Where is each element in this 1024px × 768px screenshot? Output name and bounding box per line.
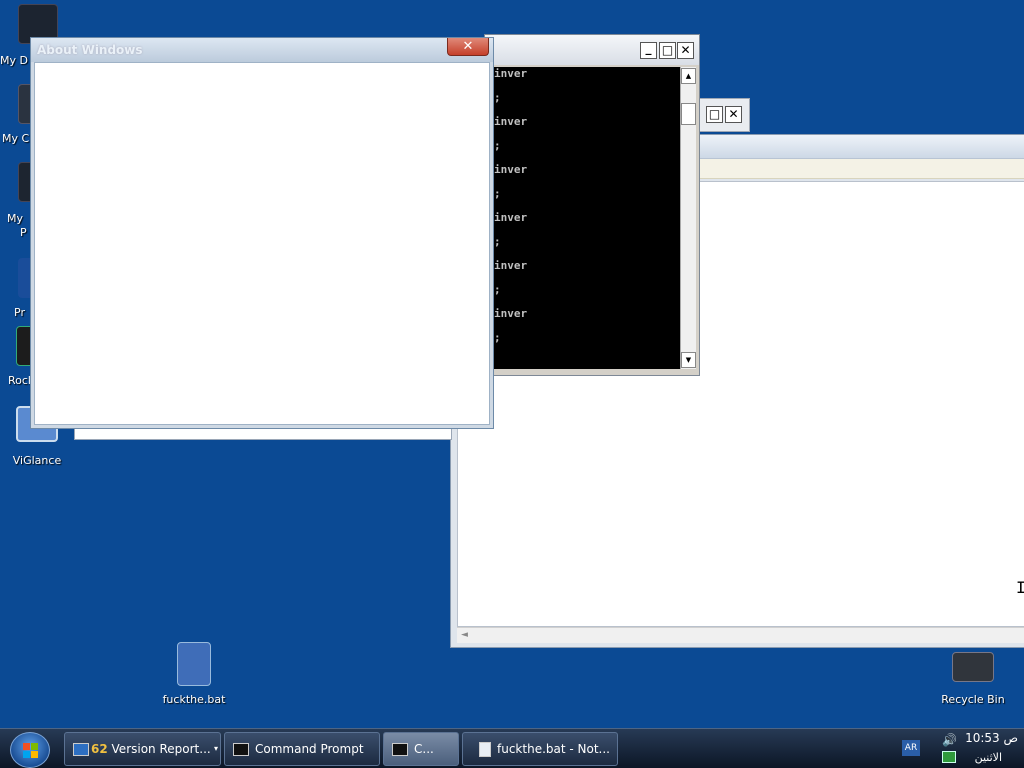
recycle-bin-icon	[952, 652, 994, 682]
start-button[interactable]	[10, 732, 50, 768]
about-content-area	[34, 62, 490, 425]
close-button[interactable]: ✕	[725, 106, 742, 123]
minimize-button[interactable]: _	[640, 42, 657, 59]
cmd-console-output[interactable]: inver ; inver ; inver ; inver ; inver ; …	[490, 67, 680, 369]
desktop-icon-label: My	[7, 212, 24, 225]
close-button[interactable]: ✕	[447, 38, 489, 56]
taskbar-button-command-prompt-active[interactable]: C...	[383, 732, 459, 766]
desktop-icon-label: Recycle Bin	[941, 693, 1005, 706]
taskbar: 62 Version Report... ▾ Command Prompt C.…	[0, 728, 1024, 768]
notepad-icon	[479, 742, 491, 757]
console-line: inver	[494, 67, 528, 80]
desktop-icon-label: My D	[0, 54, 28, 67]
command-prompt-window[interactable]: _ □ ✕ inver ; inver ; inver ; inver ; in…	[484, 34, 700, 376]
scroll-thumb[interactable]	[681, 103, 696, 125]
console-line: inver	[494, 307, 528, 320]
console-line: ;	[494, 235, 501, 248]
desktop-icon-label: fuckthe.bat	[162, 693, 226, 706]
clock-day[interactable]: الاثنين	[962, 751, 1002, 764]
cmd-icon	[392, 743, 408, 756]
console-line: ;	[494, 187, 501, 200]
console-line: ;	[494, 91, 501, 104]
taskbar-button-notepad[interactable]: fuckthe.bat - Not...	[462, 732, 618, 766]
console-line: inver	[494, 115, 528, 128]
notepad-horizontal-scrollbar[interactable]: ◄	[457, 627, 1024, 643]
desktop-icon-recycle-bin[interactable]: Recycle Bin	[933, 652, 1013, 706]
desktop-icon-label: My C	[2, 132, 30, 145]
console-line: ;	[494, 331, 501, 344]
taskbar-button-label: Version Report...	[111, 742, 211, 756]
cmd-vertical-scrollbar[interactable]: ▲ ▼	[680, 67, 696, 369]
maximize-button[interactable]: □	[659, 42, 676, 59]
network-shield-icon[interactable]	[942, 751, 956, 763]
console-line: ;	[494, 283, 501, 296]
taskbar-button-command-prompt[interactable]: Command Prompt	[224, 732, 380, 766]
desktop-icon-label: Pr	[14, 306, 25, 319]
cmd-title-bar[interactable]: _ □ ✕	[485, 35, 699, 65]
windows-logo-icon	[23, 743, 39, 758]
taskbar-button-label: C...	[414, 742, 434, 756]
cmd-icon	[233, 743, 249, 756]
clock-time[interactable]: 10:53 ص	[962, 731, 1018, 745]
language-indicator[interactable]: AR	[902, 740, 920, 756]
close-button[interactable]: ✕	[677, 42, 694, 59]
scroll-up-button[interactable]: ▲	[681, 68, 696, 84]
desktop-icon-label: ViGlance	[12, 454, 62, 467]
taskbar-button-label: Command Prompt	[255, 742, 364, 756]
desktop-icon-fuckthe-bat[interactable]: fuckthe.bat	[154, 642, 234, 706]
group-count: 62	[91, 742, 108, 756]
volume-icon[interactable]: 🔊	[942, 733, 957, 747]
taskbar-button-label: fuckthe.bat - Not...	[497, 742, 610, 756]
report-icon	[73, 743, 89, 756]
chevron-down-icon[interactable]: ▾	[214, 733, 218, 765]
console-line: inver	[494, 259, 528, 272]
maximize-button[interactable]: □	[706, 106, 723, 123]
about-windows-dialog[interactable]: About Windows ✕	[30, 37, 494, 429]
console-line: ;	[494, 139, 501, 152]
desktop-icon-label-line2: P	[20, 226, 27, 239]
scroll-down-button[interactable]: ▼	[681, 352, 696, 368]
taskbar-button-version-report[interactable]: 62 Version Report... ▾	[64, 732, 221, 766]
console-line: inver	[494, 163, 528, 176]
about-title-bar[interactable]: About Windows ✕	[31, 38, 493, 62]
about-title: About Windows	[37, 43, 143, 57]
scroll-left-icon[interactable]: ◄	[461, 630, 468, 640]
gear-batch-icon	[177, 642, 211, 686]
background-window[interactable]: □ ✕	[696, 98, 750, 132]
console-line: inver	[494, 211, 528, 224]
text-cursor-icon: I	[1016, 578, 1024, 597]
